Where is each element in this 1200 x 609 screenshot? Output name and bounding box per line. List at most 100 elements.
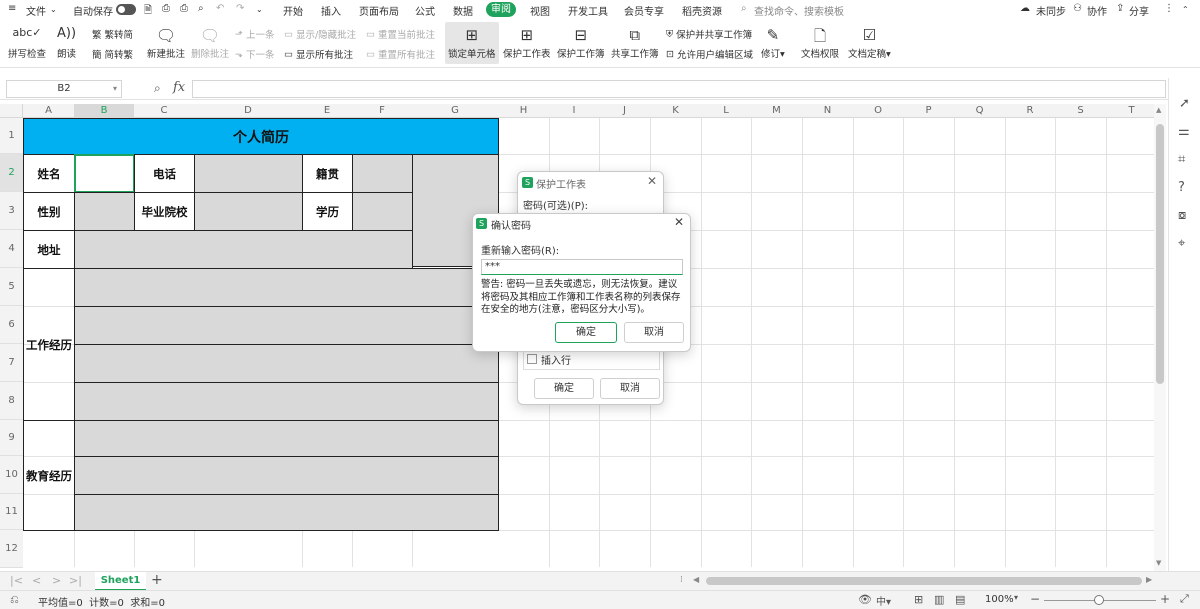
zoom-level[interactable]: 100%	[985, 594, 1014, 605]
collapse-ribbon-icon[interactable]: ⌃	[1182, 5, 1189, 14]
origin-value-cell[interactable]	[352, 154, 413, 193]
add-sheet-icon[interactable]: +	[151, 572, 163, 588]
tab-member[interactable]: 会员专享	[624, 3, 664, 18]
phone-label-cell[interactable]: 电话	[134, 154, 195, 193]
zoom-in-icon[interactable]: +	[1160, 592, 1170, 606]
revise-button[interactable]: ✎ 修订▾	[761, 26, 785, 60]
lock-cell-button[interactable]: ⊞ 锁定单元格	[445, 22, 499, 64]
gender-value-cell[interactable]	[74, 192, 135, 231]
row-header-8[interactable]: 8	[0, 382, 23, 420]
col-header-p[interactable]: P	[903, 104, 954, 118]
name-label-cell[interactable]: 姓名	[23, 154, 75, 193]
eye-protection-icon[interactable]: 👁	[858, 593, 872, 606]
tab-page-layout[interactable]: 页面布局	[359, 3, 399, 18]
trad-to-simp-button[interactable]: 繁繁转简	[92, 27, 133, 41]
degree-label-cell[interactable]: 学历	[302, 192, 353, 231]
tab-docer[interactable]: 稻壳资源	[682, 3, 722, 18]
row-header-2[interactable]: 2	[0, 154, 23, 192]
backup-icon[interactable]: ⧇	[1178, 208, 1186, 223]
share-icon[interactable]: ⇪	[1116, 3, 1124, 14]
export-pdf-icon[interactable]: ⎙	[162, 3, 170, 14]
tab-view[interactable]: 视图	[530, 3, 550, 18]
new-comment-button[interactable]: 🗨 新建批注	[147, 26, 185, 60]
print-icon[interactable]: ⎙	[180, 3, 188, 14]
zoom-slider-handle[interactable]	[1094, 595, 1104, 605]
last-sheet-icon[interactable]: >|	[69, 574, 82, 587]
protect-ok-button[interactable]: 确定	[534, 378, 594, 399]
macro-record-icon[interactable]: ⎌	[10, 593, 19, 607]
row-header-5[interactable]: 5	[0, 268, 23, 306]
col-header-o[interactable]: O	[853, 104, 903, 118]
row-header-12[interactable]: 12	[0, 530, 23, 568]
share-button[interactable]: 分享	[1129, 3, 1149, 18]
protect-close-icon[interactable]: ✕	[647, 174, 657, 188]
row-header-11[interactable]: 11	[0, 494, 23, 530]
prev-comment-button[interactable]: ⬏ 上一条	[235, 27, 274, 42]
col-header-l[interactable]: L	[701, 104, 751, 118]
row-header-4[interactable]: 4	[0, 230, 23, 268]
col-header-m[interactable]: M	[751, 104, 802, 118]
reset-all-comments-button[interactable]: ▭ 重置所有批注	[366, 47, 435, 62]
confirm-cancel-button[interactable]: 取消	[624, 322, 684, 343]
next-sheet-icon[interactable]: >	[52, 574, 61, 587]
next-comment-button[interactable]: ⬎ 下一条	[235, 47, 274, 62]
sync-status[interactable]: 未同步	[1036, 3, 1066, 18]
education-row-3[interactable]	[74, 494, 499, 531]
protect-share-workbook-button[interactable]: ⛨ 保护并共享工作簿	[666, 27, 752, 42]
allow-edit-ranges-button[interactable]: ⊡ 允许用户编辑区域	[666, 47, 753, 62]
col-header-f[interactable]: F	[352, 104, 412, 118]
col-header-c[interactable]: C	[134, 104, 194, 118]
vertical-scrollbar[interactable]: ▲ ▼	[1154, 104, 1166, 571]
select-cursor-icon[interactable]: ➚	[1179, 96, 1190, 111]
col-header-g[interactable]: G	[412, 104, 498, 118]
doc-finalize-button[interactable]: ☑ 文档定稿▾	[848, 26, 891, 60]
horizontal-scroll-thumb[interactable]	[706, 577, 1142, 585]
work-row-3[interactable]	[74, 344, 499, 383]
row-header-3[interactable]: 3	[0, 192, 23, 230]
protect-workbook-button[interactable]: ⊟ 保护工作簿	[557, 26, 605, 60]
confirm-close-icon[interactable]: ✕	[674, 215, 684, 229]
page-layout-view-icon[interactable]: ▥	[934, 593, 944, 606]
crop-icon[interactable]: ⌗	[1178, 152, 1185, 167]
help-icon[interactable]: ?	[1178, 180, 1185, 195]
row-header-9[interactable]: 9	[0, 420, 23, 456]
resume-title-cell[interactable]: 个人简历	[23, 118, 499, 155]
tab-formula[interactable]: 公式	[415, 3, 435, 18]
address-value-cell[interactable]	[74, 230, 413, 269]
tab-review[interactable]: 审阅	[486, 2, 516, 17]
col-header-i[interactable]: I	[549, 104, 599, 118]
doc-permission-button[interactable]: 🗋 文档权限	[801, 26, 839, 60]
zoom-dropdown-icon[interactable]: ▾	[1014, 593, 1018, 602]
gender-label-cell[interactable]: 性别	[23, 192, 75, 231]
scroll-right-icon[interactable]: ▶	[1146, 575, 1152, 584]
quick-access-dropdown-icon[interactable]: ⌄	[256, 5, 263, 14]
fullscreen-icon[interactable]: ⤢	[1180, 592, 1189, 606]
col-header-r[interactable]: R	[1005, 104, 1055, 118]
address-label-cell[interactable]: 地址	[23, 230, 75, 269]
col-header-e[interactable]: E	[302, 104, 352, 118]
row-header-6[interactable]: 6	[0, 306, 23, 344]
share-workbook-button[interactable]: ⧉ 共享工作簿	[611, 26, 659, 60]
collab-icon[interactable]: ⚇	[1073, 3, 1082, 14]
first-sheet-icon[interactable]: |<	[10, 574, 23, 587]
map-icon[interactable]: ⌖	[1178, 236, 1185, 251]
scroll-up-icon[interactable]: ▲	[1156, 106, 1161, 114]
col-header-k[interactable]: K	[650, 104, 701, 118]
education-row-1[interactable]	[74, 420, 499, 457]
settings-sliders-icon[interactable]: ⚌	[1178, 124, 1190, 139]
formula-input[interactable]	[192, 80, 1166, 98]
col-header-h[interactable]: H	[498, 104, 549, 118]
school-value-cell[interactable]	[194, 192, 303, 231]
tab-home[interactable]: 开始	[283, 3, 303, 18]
col-header-j[interactable]: J	[599, 104, 650, 118]
degree-value-cell[interactable]	[352, 192, 413, 231]
search-icon[interactable]: ⌕	[741, 3, 747, 14]
name-box[interactable]: B2 ▾	[6, 80, 122, 98]
collab-button[interactable]: 协作	[1087, 3, 1107, 18]
name-value-cell[interactable]	[74, 154, 135, 193]
vertical-scroll-thumb[interactable]	[1156, 124, 1164, 384]
protect-sheet-button[interactable]: ⊞ 保护工作表	[503, 26, 551, 60]
col-header-d[interactable]: D	[194, 104, 302, 118]
education-row-2[interactable]	[74, 456, 499, 495]
normal-view-icon[interactable]: ⊞	[914, 593, 923, 606]
